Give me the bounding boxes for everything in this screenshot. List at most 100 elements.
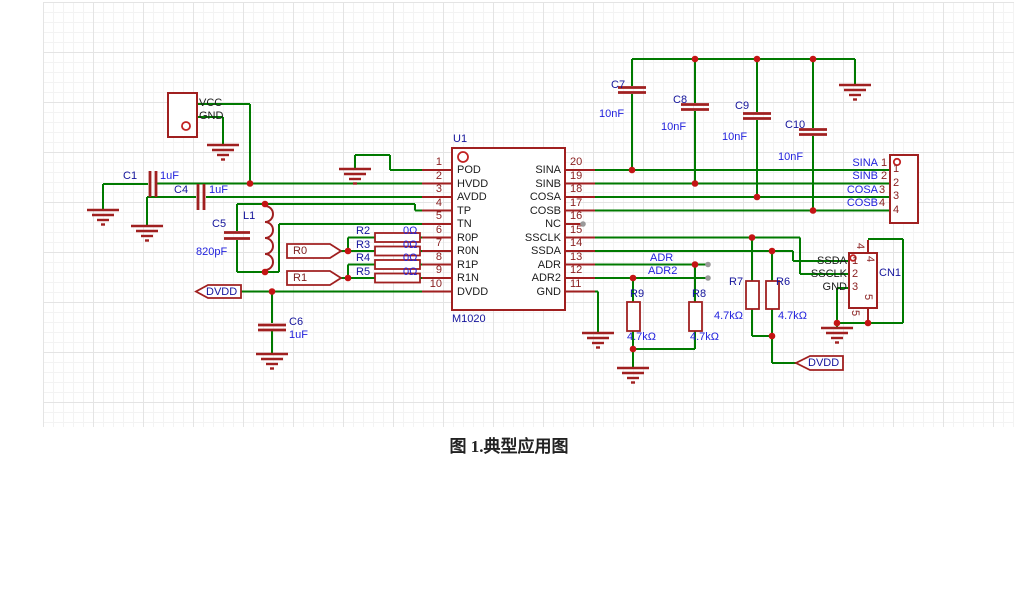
r6-designator: R6 (776, 276, 790, 288)
power-header-vcc-label: VCC (199, 97, 222, 109)
cn1-pin4-number: 4 (854, 243, 866, 249)
u1-designator: U1 (453, 133, 467, 145)
out-conn-inner-number: 4 (893, 204, 899, 216)
port-r1-label: R1 (293, 272, 307, 284)
u1-pin-number: 5 (414, 210, 442, 222)
c8-value: 10nF (661, 121, 686, 133)
u1-pin-number: 4 (414, 197, 442, 209)
u1-pin-number: 2 (414, 170, 442, 182)
r8-designator: R8 (692, 288, 706, 300)
cn1-designator: CN1 (879, 267, 901, 279)
u1-pin-number: 9 (414, 264, 442, 276)
u1-pin-name: COSA (483, 191, 561, 203)
u1-pin-number: 16 (570, 210, 582, 222)
cn1-inner-number: 3 (852, 281, 858, 293)
u1-pin-number: 20 (570, 156, 582, 168)
c5-value: 820pF (196, 246, 227, 258)
u1-pin-number: 1 (414, 156, 442, 168)
c1-designator: C1 (123, 170, 137, 182)
net-label-adr2: ADR2 (648, 265, 677, 277)
power-header-body (168, 93, 197, 137)
cn1-inner-number: 2 (852, 268, 858, 280)
c4-value: 1uF (209, 184, 228, 196)
u1-pin-name: R1N (457, 272, 479, 284)
cn1-pin-name-ssda: SSDA (799, 255, 847, 267)
u1-pin-number: 15 (570, 224, 582, 236)
u1-pin-number: 6 (414, 224, 442, 236)
u1-pin-name: R0N (457, 245, 479, 257)
u1-pin-name: SINA (483, 164, 561, 176)
r7-designator: R7 (729, 276, 743, 288)
c8-designator: C8 (673, 94, 687, 106)
r3-designator: R3 (356, 239, 370, 251)
u1-pin-name: POD (457, 164, 481, 176)
u1-pin-name: TN (457, 218, 472, 230)
u1-pin-number: 18 (570, 183, 582, 195)
c6-designator: C6 (289, 316, 303, 328)
u1-pin-name: SSDA (483, 245, 561, 257)
out-conn-pin-number: 2 (881, 170, 887, 182)
u1-pin-number: 7 (414, 237, 442, 249)
r6-value: 4.7kΩ (778, 310, 807, 322)
net-label-cosa: COSA (840, 184, 878, 196)
u1-pin-number: 17 (570, 197, 582, 209)
c10-designator: C10 (785, 119, 805, 131)
cn1-inner-number: 1 (852, 255, 858, 267)
r7-value: 4.7kΩ (714, 310, 743, 322)
u1-pin-number: 19 (570, 170, 582, 182)
u1-pin-number: 11 (570, 278, 581, 290)
u1-pin-name: NC (483, 218, 561, 230)
power-header-gnd-label: GND (199, 110, 223, 122)
figure-caption: 图 1.典型应用图 (0, 432, 1018, 457)
c7-designator: C7 (611, 79, 625, 91)
out-conn-inner-number: 3 (893, 190, 899, 202)
cn1-pin4-number: 4 (864, 256, 876, 262)
out-conn-inner-number: 1 (893, 163, 899, 175)
u1-pin-name: GND (483, 286, 561, 298)
net-label-cosb: COSB (840, 197, 878, 209)
port-dvdd-right-label: DVDD (808, 357, 839, 369)
c6-value: 1uF (289, 329, 308, 341)
c9-value: 10nF (722, 131, 747, 143)
u1-pin-name: R1P (457, 259, 478, 271)
c4-designator: C4 (174, 184, 188, 196)
cn1-pin-name-ssclk: SSCLK (799, 268, 847, 280)
u1-pin-name: COSB (483, 205, 561, 217)
port-r0-label: R0 (293, 245, 307, 257)
u1-pin-name: TP (457, 205, 471, 217)
u1-pin-number: 12 (570, 264, 582, 276)
port-dvdd-left-label: DVDD (206, 286, 237, 298)
u1-pin-name: R0P (457, 232, 478, 244)
out-conn-inner-number: 2 (893, 177, 899, 189)
u1-pin-number: 3 (414, 183, 442, 195)
u1-pin-name: SINB (483, 178, 561, 190)
inductor-coil (265, 204, 273, 272)
u1-pin-number: 14 (570, 237, 582, 249)
u1-pin-name: ADR (483, 259, 561, 271)
cn1-pin5-number: 5 (849, 310, 861, 316)
r2-designator: R2 (356, 225, 370, 237)
schematic-page: VCC GND C1 1uF C4 1uF C5 820pF L1 C6 1uF… (0, 0, 1018, 600)
c10-value: 10nF (778, 151, 803, 163)
c9-designator: C9 (735, 100, 749, 112)
out-conn-pin-number: 3 (879, 184, 885, 196)
cn1-pin5-number: 5 (862, 294, 874, 300)
net-label-sinb: SINB (840, 170, 878, 182)
r9-designator: R9 (630, 288, 644, 300)
c1-value: 1uF (160, 170, 179, 182)
r8-value: 4.7kΩ (690, 331, 719, 343)
u1-pin-name: ADR2 (483, 272, 561, 284)
r9-value: 4.7kΩ (627, 331, 656, 343)
r4-designator: R4 (356, 252, 370, 264)
net-label-sina: SINA (840, 157, 878, 169)
u1-pin-name: SSCLK (483, 232, 561, 244)
l1-designator: L1 (243, 210, 255, 222)
c5-designator: C5 (212, 218, 226, 230)
r5-designator: R5 (356, 266, 370, 278)
u1-part-number: M1020 (452, 313, 486, 325)
c7-value: 10nF (599, 108, 624, 120)
cn1-pin-name-gnd: GND (799, 281, 847, 293)
out-conn-pin-number: 1 (881, 157, 887, 169)
u1-pin-number: 8 (414, 251, 442, 263)
u1-pin-number: 13 (570, 251, 582, 263)
